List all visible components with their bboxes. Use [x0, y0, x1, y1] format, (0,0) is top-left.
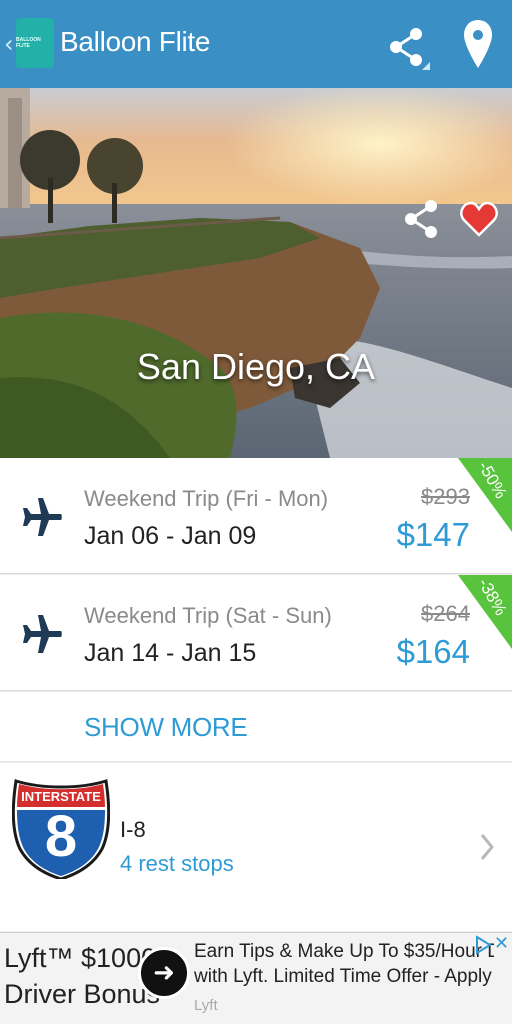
- location-pin-icon[interactable]: [462, 18, 494, 70]
- ad-title: Lyft™ $1000: [4, 943, 157, 973]
- trip-dates: Jan 14 - Jan 15: [84, 639, 257, 667]
- airplane-icon: [23, 615, 62, 653]
- original-price: $264: [421, 601, 470, 626]
- trip-label: Weekend Trip (Sat - Sun): [84, 603, 332, 628]
- ad-body-line: Earn Tips & Make Up To $35/Hour Driving: [194, 941, 494, 962]
- sale-price: $164: [396, 633, 470, 670]
- app-title: Balloon Flite: [60, 26, 211, 57]
- trip-card[interactable]: Weekend Trip (Sat - Sun) Jan 14 - Jan 15…: [0, 575, 512, 691]
- heart-icon[interactable]: [460, 200, 498, 238]
- show-more-button[interactable]: SHOW MORE: [84, 712, 248, 743]
- app-logo[interactable]: BALLOON FLITE: [16, 18, 54, 68]
- route-name: I-8: [120, 817, 146, 842]
- original-price: $293: [421, 484, 470, 509]
- show-more-row: SHOW MORE: [0, 692, 512, 762]
- share-icon[interactable]: [404, 198, 440, 240]
- app-bar: ‹ BALLOON FLITE Balloon Flite: [0, 0, 512, 88]
- back-chevron-icon[interactable]: ‹: [4, 30, 14, 58]
- share-icon[interactable]: [388, 24, 430, 70]
- chevron-right-icon[interactable]: [478, 831, 496, 863]
- ad-title: Driver Bonus: [4, 979, 161, 1009]
- ad-body-line: with Lyft. Limited Time Offer - Apply No…: [194, 966, 494, 987]
- destination-city: San Diego, CA: [136, 346, 376, 387]
- coastline-photo: [0, 88, 512, 458]
- ad-banner[interactable]: Lyft™ $1000 Driver Bonus ➜ Earn Tips & M…: [0, 932, 512, 1024]
- ad-body: Earn Tips & Make Up To $35/Hour Driving …: [194, 939, 494, 989]
- destination-hero[interactable]: San Diego, CA: [0, 88, 512, 458]
- trip-dates: Jan 06 - Jan 09: [84, 522, 257, 550]
- airplane-icon: [23, 498, 62, 536]
- route-row[interactable]: INTERSTATE 8 I-8 4 rest stops: [0, 763, 512, 931]
- sale-price: $147: [396, 516, 470, 553]
- trip-card[interactable]: Weekend Trip (Fri - Mon) Jan 06 - Jan 09…: [0, 458, 512, 574]
- trip-label: Weekend Trip (Fri - Mon): [84, 486, 329, 511]
- adchoices-icon[interactable]: [474, 935, 492, 955]
- shield-label: INTERSTATE: [21, 789, 101, 804]
- arrow-right-icon[interactable]: ➜: [138, 947, 190, 999]
- close-icon[interactable]: ✕: [494, 933, 509, 954]
- shield-number: 8: [44, 804, 78, 869]
- ad-brand: Lyft: [194, 997, 218, 1014]
- route-rest-stops: 4 rest stops: [120, 851, 234, 876]
